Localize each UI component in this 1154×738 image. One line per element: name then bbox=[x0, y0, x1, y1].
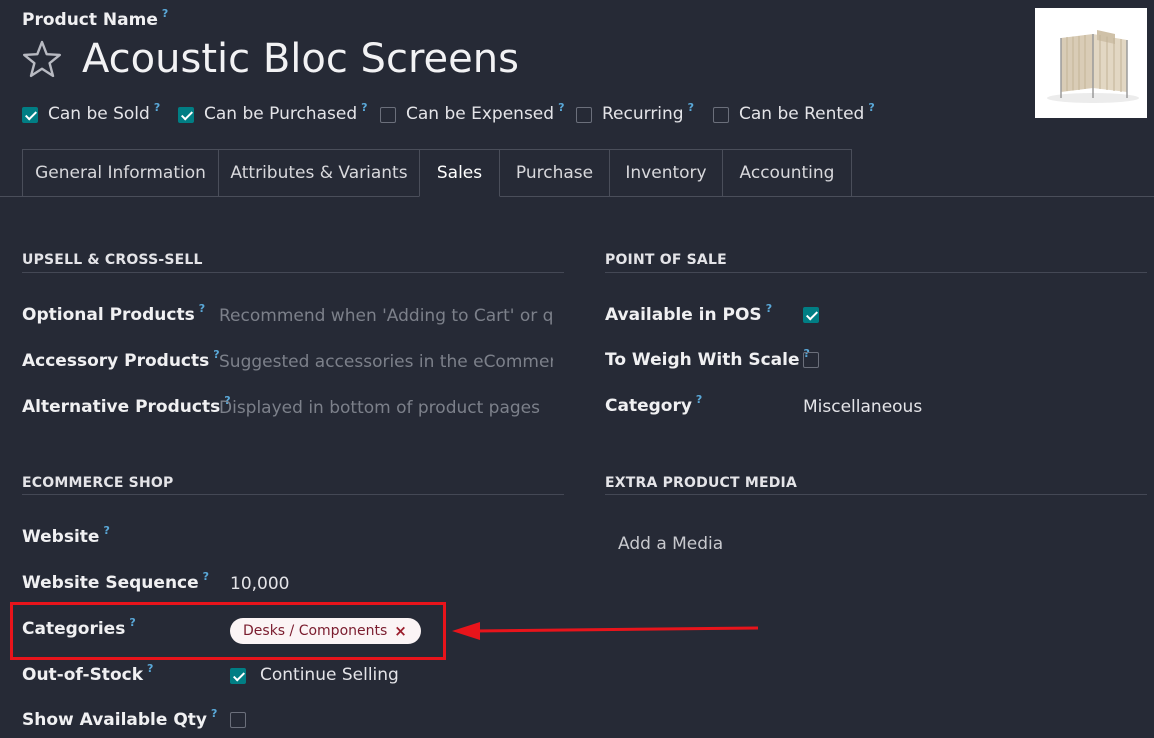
available-in-pos-label: Available in POS? bbox=[605, 302, 773, 325]
pos-category-label: Category? bbox=[605, 393, 703, 416]
can-be-rented-checkbox[interactable] bbox=[713, 107, 729, 123]
recurring-checkbox[interactable] bbox=[576, 107, 592, 123]
available-in-pos-checkbox[interactable] bbox=[803, 307, 819, 323]
alternative-products-input[interactable]: Displayed in bottom of product pages bbox=[219, 398, 553, 418]
help-icon[interactable]: ? bbox=[154, 101, 160, 114]
add-media-button[interactable]: Add a Media bbox=[618, 534, 723, 554]
can-be-expensed-label: Can be Expensed bbox=[406, 104, 555, 124]
pos-category-value[interactable]: Miscellaneous bbox=[803, 397, 922, 417]
can-be-purchased-checkbox[interactable] bbox=[178, 107, 194, 123]
help-icon[interactable]: ? bbox=[558, 101, 564, 114]
website-label: Website? bbox=[22, 524, 110, 547]
can-be-expensed-checkbox[interactable] bbox=[380, 107, 396, 123]
optional-products-label: Optional Products? bbox=[22, 302, 206, 325]
favorite-star-icon[interactable] bbox=[22, 40, 62, 78]
ecommerce-divider bbox=[22, 494, 564, 495]
highlight-box bbox=[10, 602, 446, 660]
out-of-stock-label: Out-of-Stock? bbox=[22, 662, 154, 685]
tab-inventory[interactable]: Inventory bbox=[609, 149, 723, 196]
can-be-rented-label: Can be Rented bbox=[739, 104, 865, 124]
annotation-arrow-icon bbox=[452, 622, 759, 640]
product-name-label: Product Name? bbox=[22, 7, 169, 30]
help-icon[interactable]: ? bbox=[696, 393, 702, 406]
accessory-products-label: Accessory Products? bbox=[22, 348, 220, 371]
show-available-qty-label: Show Available Qty? bbox=[22, 707, 218, 730]
can-be-sold-label: Can be Sold bbox=[48, 104, 150, 124]
help-icon[interactable]: ? bbox=[203, 570, 209, 583]
help-icon[interactable]: ? bbox=[103, 524, 109, 537]
upsell-section-heading: UPSELL & CROSS-SELL bbox=[22, 252, 203, 268]
tab-purchase[interactable]: Purchase bbox=[499, 149, 610, 196]
can-be-sold-checkbox[interactable] bbox=[22, 107, 38, 123]
can-be-purchased-label: Can be Purchased bbox=[204, 104, 358, 124]
acoustic-screen-image bbox=[1047, 30, 1139, 103]
tab-accounting[interactable]: Accounting bbox=[722, 149, 852, 196]
help-icon[interactable]: ? bbox=[688, 101, 694, 114]
recurring-label: Recurring bbox=[602, 104, 684, 124]
pos-section-heading: POINT OF SALE bbox=[605, 252, 727, 268]
help-icon[interactable]: ? bbox=[361, 101, 367, 114]
show-available-qty-checkbox[interactable] bbox=[230, 712, 246, 728]
pos-divider bbox=[605, 272, 1147, 273]
help-icon[interactable]: ? bbox=[868, 101, 874, 114]
tab-general-information[interactable]: General Information bbox=[22, 149, 219, 196]
media-section-heading: EXTRA PRODUCT MEDIA bbox=[605, 475, 797, 491]
website-sequence-label: Website Sequence? bbox=[22, 570, 210, 593]
help-icon[interactable]: ? bbox=[199, 302, 205, 315]
product-image[interactable] bbox=[1035, 8, 1147, 118]
upsell-divider bbox=[22, 272, 564, 273]
continue-selling-label: Continue Selling bbox=[260, 665, 399, 685]
ecommerce-section-heading: ECOMMERCE SHOP bbox=[22, 475, 174, 491]
help-icon[interactable]: ? bbox=[766, 302, 772, 315]
continue-selling-checkbox[interactable] bbox=[230, 668, 246, 684]
media-divider bbox=[605, 494, 1147, 495]
help-icon[interactable]: ? bbox=[162, 7, 168, 20]
to-weigh-with-scale-checkbox[interactable] bbox=[803, 352, 819, 368]
tab-sales[interactable]: Sales bbox=[419, 149, 500, 197]
alternative-products-label: Alternative Products? bbox=[22, 394, 231, 417]
accessory-products-input[interactable]: Suggested accessories in the eCommerce c bbox=[219, 352, 553, 372]
help-icon[interactable]: ? bbox=[147, 662, 153, 675]
product-title[interactable]: Acoustic Bloc Screens bbox=[82, 36, 519, 82]
tab-attributes-variants[interactable]: Attributes & Variants bbox=[218, 149, 420, 196]
website-sequence-input[interactable]: 10,000 bbox=[230, 574, 289, 594]
to-weigh-with-scale-label: To Weigh With Scale? bbox=[605, 347, 810, 370]
optional-products-input[interactable]: Recommend when 'Adding to Cart' or quot bbox=[219, 306, 553, 326]
help-icon[interactable]: ? bbox=[211, 707, 217, 720]
